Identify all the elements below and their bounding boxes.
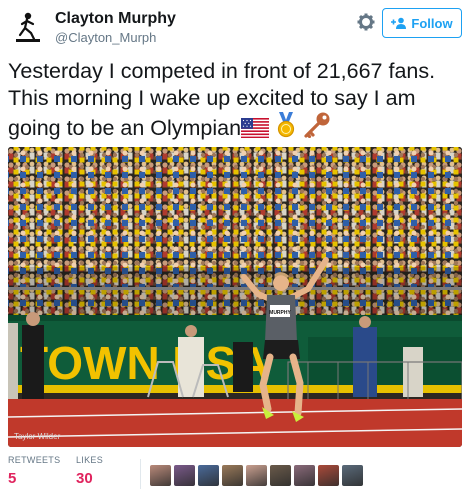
tweet-body: Yesterday I competed in front of 21,667 … (8, 59, 436, 140)
tweet-text: Yesterday I competed in front of 21,667 … (8, 58, 466, 145)
likes-count: 30 (76, 470, 93, 487)
tweet-photo[interactable]: TOWN USA MURPHY Taylor Wilder (8, 147, 462, 447)
gear-icon[interactable] (356, 12, 376, 32)
tweet-header: Clayton Murphy @Clayton_Murph Follow (0, 0, 470, 50)
liker-avatar[interactable] (342, 465, 363, 486)
likes-label: LIKES (76, 455, 104, 465)
liker-avatar[interactable] (198, 465, 219, 486)
stats-divider (140, 459, 141, 489)
liker-avatar[interactable] (294, 465, 315, 486)
tweet-stats: RETWEETS 5 LIKES 30 (0, 455, 470, 495)
photo-credit: Taylor Wilder (14, 432, 61, 441)
avatar[interactable] (10, 8, 46, 44)
follow-button[interactable]: Follow (382, 8, 462, 38)
display-name[interactable]: Clayton Murphy (55, 10, 176, 28)
retweets-stat[interactable]: RETWEETS 5 (8, 455, 60, 487)
liker-avatar[interactable] (150, 465, 171, 486)
us-flag-icon (241, 118, 270, 145)
bib-name: MURPHY (269, 310, 291, 316)
likes-stat[interactable]: LIKES 30 (76, 455, 103, 487)
add-user-icon (391, 17, 407, 29)
liker-avatar[interactable] (270, 465, 291, 486)
liker-avatar[interactable] (222, 465, 243, 486)
stadium-banner: TOWN USA (20, 337, 270, 389)
liker-avatar[interactable] (318, 465, 339, 486)
retweets-label: RETWEETS (8, 455, 61, 465)
liker-avatars (150, 465, 363, 486)
liker-avatar[interactable] (246, 465, 267, 486)
follow-label: Follow (411, 15, 453, 31)
key-icon (303, 112, 331, 145)
medal-icon (275, 112, 297, 145)
liker-avatar[interactable] (174, 465, 195, 486)
user-handle[interactable]: @Clayton_Murph (55, 30, 156, 45)
retweets-count: 5 (8, 470, 17, 487)
